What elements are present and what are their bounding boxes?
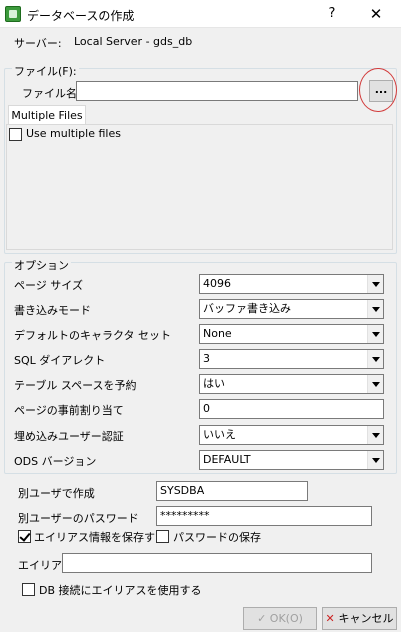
use-alias-label: DB 接続にエイリアスを使用する [39,584,202,597]
page-size-label: ページ サイズ [14,279,83,292]
close-button[interactable]: ✕ [360,3,392,25]
alias-input[interactable] [62,553,372,573]
options-legend: オプション [12,257,71,273]
save-alias-checkbox[interactable] [18,530,31,543]
charset-select[interactable]: None [199,324,384,344]
title-bar: データベースの作成 ? ✕ [0,0,401,28]
highlight-circle [359,68,397,112]
server-label: サーバー: [14,37,62,50]
page-prealloc-input[interactable]: 0 [199,399,384,419]
sql-dialect-select[interactable]: 3 [199,349,384,369]
write-mode-label: 書き込みモード [14,304,91,317]
embedded-auth-value: いいえ [203,428,236,441]
cancel-button-label: キャンセル [338,612,394,625]
save-alias-label: エイリアス情報を保存する [34,531,166,544]
multiple-files-panel [6,124,393,250]
file-group-legend: ファイル(F): [12,63,79,79]
chevron-down-icon [367,350,383,368]
use-alias-checkbox[interactable] [22,583,35,596]
database-app-icon [5,6,21,22]
page-size-select[interactable]: 4096 [199,274,384,294]
write-mode-select[interactable]: バッファ書き込み [199,299,384,319]
charset-label: デフォルトのキャラクタ セット [14,329,172,342]
save-password-label: パスワードの保存 [173,531,261,544]
chevron-down-icon [367,426,383,444]
embedded-auth-select[interactable]: いいえ [199,425,384,445]
reserve-space-select[interactable]: はい [199,374,384,394]
sql-dialect-label: SQL ダイアレクト [14,354,106,367]
chevron-down-icon [367,275,383,293]
window-title: データベースの作成 [27,9,135,23]
page-prealloc-label: ページの事前割り当て [14,404,124,417]
create-as-label: 別ユーザで作成 [18,487,95,500]
password-label: 別ユーザーのパスワード [18,512,139,525]
cancel-x-icon: ✕ [325,612,339,625]
ok-button-label: OK(O) [269,612,303,625]
ods-version-select[interactable]: DEFAULT [199,450,384,470]
save-password-checkbox[interactable] [156,530,169,543]
use-multiple-files-checkbox[interactable] [9,128,22,141]
ok-button[interactable]: ✓ OK(O) [243,607,317,630]
chevron-down-icon [367,451,383,469]
filename-label: ファイル名 [22,87,77,100]
reserve-space-value: はい [203,377,225,390]
use-multiple-files-label: Use multiple files [26,127,121,140]
check-icon: ✓ [257,612,270,625]
filename-input[interactable] [76,81,358,101]
ods-version-value: DEFAULT [203,453,251,466]
write-mode-value: バッファ書き込み [203,302,291,315]
create-as-input[interactable]: SYSDBA [156,481,308,501]
sql-dialect-value: 3 [203,352,210,365]
embedded-auth-label: 埋め込みユーザー認証 [14,430,124,443]
page-size-value: 4096 [203,277,231,290]
help-button[interactable]: ? [320,3,344,25]
chevron-down-icon [367,325,383,343]
chevron-down-icon [367,300,383,318]
reserve-space-label: テーブル スペースを予約 [14,379,137,392]
cancel-button[interactable]: ✕ キャンセル [322,607,397,630]
charset-value: None [203,327,232,340]
tab-multiple-files[interactable]: Multiple Files [8,105,86,125]
server-value: Local Server - gds_db [74,35,193,48]
ods-version-label: ODS バージョン [14,455,97,468]
password-input[interactable]: ********* [156,506,372,526]
chevron-down-icon [367,375,383,393]
